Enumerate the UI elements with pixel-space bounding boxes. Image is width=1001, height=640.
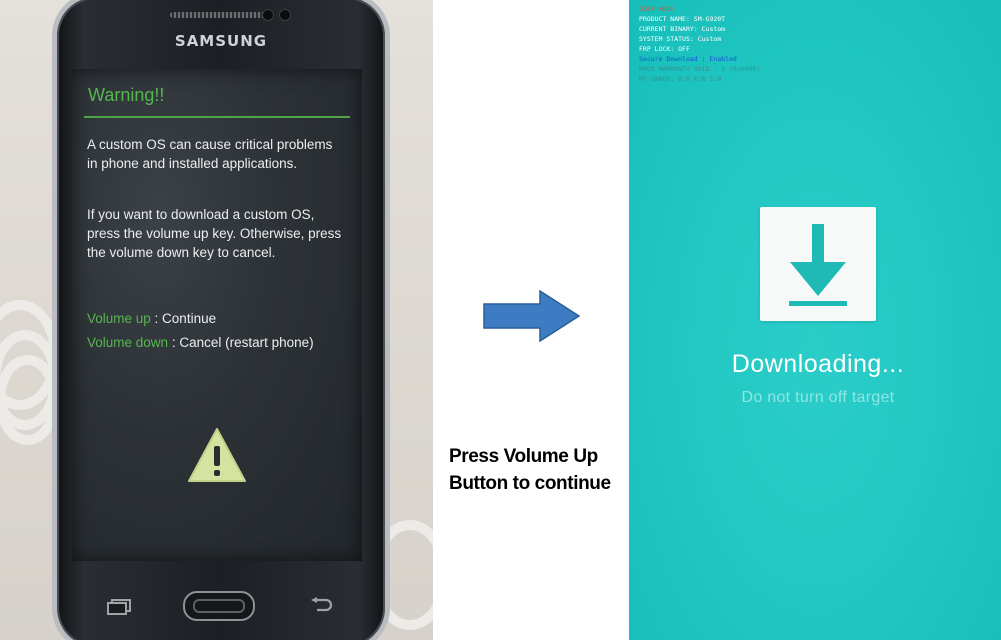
instruction-caption: Press Volume Up Button to continue xyxy=(449,443,619,497)
debug-line: Secure Download : Enabled xyxy=(639,55,737,63)
phone-body: SAMSUNG Warning!! A custom OS can cause … xyxy=(52,0,390,640)
warning-screen: Warning!! A custom OS can cause critical… xyxy=(72,69,362,561)
debug-line: SYSTEM STATUS: Custom xyxy=(639,35,722,43)
downloading-title: Downloading... xyxy=(731,350,905,378)
volume-down-action: : Cancel (restart phone) xyxy=(168,335,314,350)
debug-line: RP SWREV: B:0 K:0 S:0 xyxy=(639,75,722,83)
debug-line: FRP LOCK: OFF xyxy=(639,45,690,53)
cable-coil xyxy=(0,355,60,445)
debug-line: CURRENT BINARY: Custom xyxy=(639,25,726,33)
recent-apps-icon[interactable] xyxy=(107,599,133,620)
hardware-keys xyxy=(57,591,385,621)
downloading-subtitle: Do not turn off target xyxy=(741,389,895,406)
home-button[interactable] xyxy=(183,591,255,621)
phone-photo: SAMSUNG Warning!! A custom OS can cause … xyxy=(0,0,433,640)
home-button-inner xyxy=(193,599,245,613)
volume-up-key: Volume up xyxy=(87,311,151,326)
warning-paragraph-1: A custom OS can cause critical problems … xyxy=(87,137,333,171)
warning-divider xyxy=(84,116,350,118)
volume-down-option[interactable]: Volume down : Cancel (restart phone) xyxy=(87,335,314,350)
debug-line: KNOX WARRANTY VOID : 1 (0x0000) xyxy=(639,65,761,73)
caption-line-2: Button to continue xyxy=(449,473,611,494)
front-camera xyxy=(262,9,274,21)
volume-down-key: Volume down xyxy=(87,335,169,350)
download-icon-card xyxy=(760,207,876,321)
back-icon[interactable] xyxy=(309,597,333,618)
warning-triangle-icon xyxy=(186,426,248,489)
arrow-right-icon xyxy=(483,289,581,347)
download-arrow-icon xyxy=(789,224,847,306)
download-mode-screen: ODIN MODE PRODUCT NAME: SM-G920T CURRENT B… xyxy=(629,0,1001,640)
proximity-sensor xyxy=(279,9,291,21)
caption-line-1: Press Volume Up xyxy=(449,446,598,467)
brand-logo: SAMSUNG xyxy=(174,32,268,50)
warning-title: Warning!! xyxy=(88,85,165,105)
volume-up-option[interactable]: Volume up : Continue xyxy=(87,311,216,326)
debug-line: ODIN MODE xyxy=(639,5,675,13)
volume-up-action: : Continue xyxy=(150,311,217,326)
earpiece-speaker xyxy=(170,12,270,18)
debug-line: PRODUCT NAME: SM-G920T xyxy=(639,15,726,23)
warning-paragraph-2: If you want to download a custom OS, pre… xyxy=(87,207,342,260)
